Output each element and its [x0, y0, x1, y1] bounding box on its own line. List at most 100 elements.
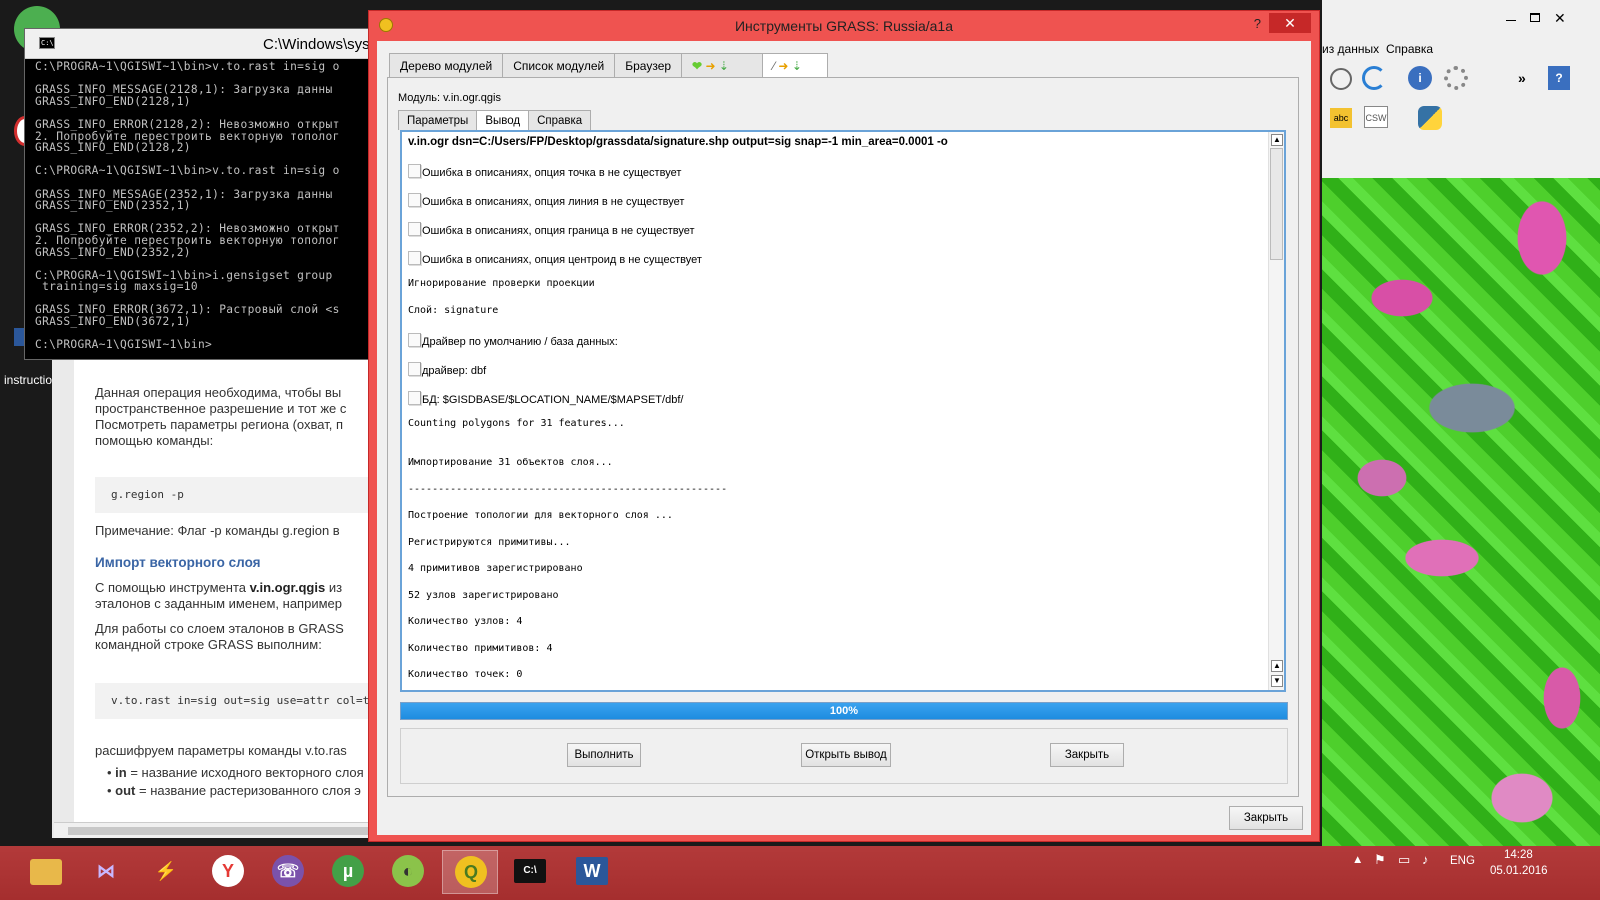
output-line: Количество узлов: 4	[408, 616, 523, 627]
output-warning-boundary: Ошибка в описаниях, опция граница в не с…	[408, 214, 1263, 243]
identify-icon[interactable]: i	[1408, 66, 1432, 90]
menu-help[interactable]: Справка	[1386, 42, 1433, 56]
close-module-button[interactable]: Закрыть	[1050, 743, 1124, 767]
language-indicator[interactable]: ENG	[1450, 855, 1475, 867]
folder-icon	[30, 859, 62, 885]
tab-module-icons[interactable]: ❤ ➜ ⇣	[681, 53, 764, 77]
run-button[interactable]: Выполнить	[567, 743, 641, 767]
broken-image-icon	[408, 222, 421, 236]
output-warning-point: Ошибка в описаниях, опция точка в не сущ…	[408, 156, 1263, 185]
module-panel: Модуль: v.in.ogr.qgis Параметры Вывод Сп…	[387, 77, 1299, 797]
close-dialog-button[interactable]: Закрыть	[1229, 806, 1303, 830]
main-tabs: Дерево модулей Список модулей Браузер ❤ …	[389, 53, 829, 79]
module-name-label: Модуль: v.in.ogr.qgis	[398, 92, 501, 104]
settings-icon[interactable]	[1444, 66, 1468, 90]
taskbar-visualstudio[interactable]: ⋈	[78, 850, 134, 894]
lightning-icon: ⚡	[154, 861, 178, 881]
scroll-up-icon[interactable]: ▲	[1271, 134, 1283, 146]
scroll-up-icon[interactable]: ▲	[1271, 660, 1283, 672]
show-hidden-icon[interactable]: ▲	[1352, 854, 1363, 866]
taskbar-globe[interactable]: ◐	[380, 850, 436, 894]
clock-date[interactable]: 05.01.2016	[1490, 865, 1548, 877]
network-icon[interactable]: ▭	[1398, 852, 1410, 868]
list-item: • out = название растеризованного слоя э	[107, 783, 361, 798]
output-log[interactable]: v.in.ogr dsn=C:/Users/FP/Desktop/grassda…	[400, 130, 1286, 692]
console-titlebar[interactable]: C:\ C:\Windows\syste	[25, 29, 383, 59]
flag-icon[interactable]: ⚑	[1374, 852, 1386, 868]
taskbar-qgis[interactable]: Q	[442, 850, 498, 894]
taskbar-yandex[interactable]: Y	[200, 850, 256, 894]
dialog-titlebar[interactable]: Инструменты GRASS: Russia/a1a ? ✕	[369, 11, 1319, 41]
csw-icon[interactable]: CSW	[1364, 106, 1388, 128]
horizontal-scrollbar[interactable]	[54, 822, 372, 838]
grass-tools-dialog[interactable]: Инструменты GRASS: Russia/a1a ? ✕ Дерево…	[368, 10, 1320, 842]
broken-image-icon	[408, 193, 421, 207]
raster-map-canvas[interactable]	[1322, 178, 1600, 846]
globe-icon: ◐	[392, 855, 424, 887]
bowtie-icon: ⋈	[97, 861, 115, 881]
taskbar-word[interactable]: W	[564, 850, 620, 894]
console-title: C:\Windows\syste	[263, 36, 383, 53]
taskbar-explorer[interactable]	[18, 850, 74, 894]
word-icon: W	[576, 857, 608, 885]
output-line: Количество примитивов: 4	[408, 642, 553, 654]
cmd-icon: C:\	[514, 859, 546, 883]
close-icon[interactable]: ✕	[1554, 10, 1566, 27]
grass-icon: ⇣	[718, 59, 729, 73]
output-line: Регистрируются примитивы...	[408, 536, 571, 548]
output-separator: ----------------------------------------…	[408, 483, 728, 495]
maximize-icon[interactable]	[1530, 13, 1540, 22]
qgis-icon: Q	[455, 856, 487, 888]
tab-browser[interactable]: Браузер	[614, 53, 683, 77]
doc-paragraph-3: Для работы со слоем эталонов в GRASS кома…	[95, 621, 344, 652]
refresh-icon[interactable]	[1362, 66, 1386, 90]
help-button[interactable]: ?	[1254, 16, 1261, 31]
arrow-right-icon: ➜	[705, 59, 716, 73]
help-icon[interactable]: ?	[1548, 66, 1570, 90]
scrollbar-thumb[interactable]	[1270, 148, 1283, 260]
cmd-console-window[interactable]: C:\ C:\Windows\syste C:\PROGRA~1\QGISWI~…	[24, 28, 384, 360]
taskbar: ⋈ ⚡ Y ☏ µ ◐ Q C:\ W ▲ ⚑ ▭ ♪ ENG 14:28 05…	[0, 846, 1600, 900]
vector-layer-icon: ❤	[692, 59, 703, 73]
utorrent-icon: µ	[332, 855, 364, 887]
open-output-button[interactable]: Открыть вывод	[801, 743, 891, 767]
tab-module-tree[interactable]: Дерево модулей	[389, 53, 504, 77]
tab-help[interactable]: Справка	[528, 110, 592, 130]
taskbar-utorrent[interactable]: µ	[320, 850, 376, 894]
zoom-icon[interactable]	[1330, 68, 1352, 90]
spellcheck-icon[interactable]: abc	[1330, 108, 1352, 128]
doc-paragraph-4: расшифруем параметры команды v.to.ras	[95, 743, 347, 758]
broken-image-icon	[408, 362, 421, 376]
doc-left-margin	[52, 360, 74, 838]
cmd-icon: C:\	[39, 37, 55, 49]
taskbar-cmd[interactable]: C:\	[502, 850, 558, 894]
doc-paragraph-1: Данная операция необходима, чтобы вы прос…	[95, 385, 347, 448]
scroll-down-icon[interactable]: ▼	[1271, 675, 1283, 687]
tab-vinogr[interactable]: ⁄ ➜ ⇣	[762, 53, 829, 79]
broken-image-icon	[408, 391, 421, 405]
python-icon[interactable]	[1418, 106, 1442, 130]
vertical-scrollbar[interactable]: ▲ ▲ ▼	[1268, 132, 1284, 690]
instructions-document[interactable]: Данная операция необходима, чтобы вы прос…	[52, 360, 372, 838]
line-tool-icon: ⁄	[773, 59, 776, 73]
list-item: • in = название исходного векторного сло…	[107, 765, 364, 780]
dialog-close-button[interactable]: ✕	[1269, 13, 1311, 33]
taskbar-winamp[interactable]: ⚡	[138, 850, 194, 894]
output-line: 4 примитивов зарегистрировано	[408, 563, 583, 574]
minimize-icon[interactable]	[1506, 20, 1516, 21]
menu-data[interactable]: из данных	[1322, 42, 1379, 56]
taskbar-viber[interactable]: ☏	[260, 850, 316, 894]
output-warning-line: Ошибка в описаниях, опция линия в не сущ…	[408, 185, 1263, 214]
tab-output[interactable]: Вывод	[476, 110, 530, 132]
more-icon[interactable]: »	[1518, 70, 1526, 86]
doc-paragraph-2: С помощью инструмента v.in.ogr.qgis из эт…	[95, 580, 343, 611]
tab-module-list[interactable]: Список модулей	[502, 53, 616, 77]
yandex-icon: Y	[212, 855, 244, 887]
output-line: Игнорирование проверки проекции	[408, 278, 595, 289]
tab-parameters[interactable]: Параметры	[398, 110, 478, 130]
console-output: C:\PROGRA~1\QGISWI~1\bin>v.to.rast in=si…	[35, 60, 340, 352]
volume-icon[interactable]: ♪	[1422, 852, 1429, 867]
output-line: Counting polygons for 31 features...	[408, 418, 625, 429]
output-line: 52 узлов зарегистрировано	[408, 589, 559, 601]
clock-time[interactable]: 14:28	[1504, 849, 1533, 861]
